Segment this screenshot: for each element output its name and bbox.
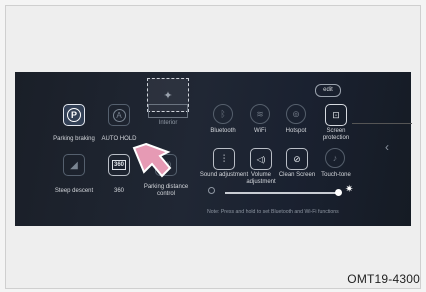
- touch-tone-icon: ♪: [332, 153, 338, 163]
- clean-screen-button[interactable]: ⊘: [286, 148, 308, 170]
- wifi-label: WiFi: [254, 128, 266, 134]
- screen-protection-icon: ⊡: [332, 109, 340, 120]
- note-text: Note: Press and hold to set Bluetooth an…: [207, 209, 339, 215]
- brightness-slider-handle[interactable]: [335, 189, 342, 196]
- camera-360-label: 360: [113, 188, 124, 194]
- bluetooth-icon: ᛒ: [220, 109, 226, 119]
- dragged-tile-label: Interior: [158, 120, 178, 126]
- equalizer-icon: ⫶: [222, 153, 226, 165]
- sound-adjustment-button[interactable]: ⫶: [213, 148, 235, 170]
- hotspot-label: Hotspot: [285, 128, 307, 134]
- steep-descent-button[interactable]: ◢: [63, 154, 85, 176]
- parking-distance-label: Parking distance control: [143, 184, 189, 197]
- parking-brake-button[interactable]: P: [63, 104, 85, 126]
- screen-protection-button[interactable]: ⊡: [325, 104, 347, 126]
- auto-hold-button[interactable]: A: [108, 104, 130, 126]
- wifi-button[interactable]: ≋: [250, 104, 270, 124]
- bluetooth-label: Bluetooth: [210, 128, 236, 134]
- brightness-high-icon: ✷: [345, 184, 354, 195]
- speaker-icon: ◁): [256, 154, 266, 164]
- drop-target-slot: [148, 104, 188, 118]
- pointing-arrow-icon: [132, 142, 172, 178]
- figure-code: OMT19-4300: [347, 272, 420, 286]
- brightness-slider-track[interactable]: [225, 192, 337, 194]
- steep-descent-label: Steep descent: [54, 188, 94, 194]
- touch-tone-button[interactable]: ♪: [325, 148, 345, 168]
- callout-line: [352, 123, 412, 124]
- edit-button[interactable]: edit: [315, 84, 341, 97]
- quick-settings-screen: edit P Parking braking A AUTO HOLD ◢ Ste…: [15, 72, 411, 226]
- auto-hold-icon: A: [112, 108, 126, 122]
- hotspot-icon: ⊚: [292, 108, 300, 119]
- clean-screen-icon: ⊘: [293, 153, 301, 164]
- touch-tone-label: Touch-tone: [321, 172, 351, 178]
- hill-descent-icon: ◢: [70, 159, 78, 171]
- volume-adjustment-button[interactable]: ◁): [250, 148, 272, 170]
- interior-icon: ✦: [163, 89, 173, 102]
- brightness-low-icon: [208, 187, 215, 194]
- screen-protection-label: Screen protection: [322, 128, 350, 141]
- bluetooth-button[interactable]: ᛒ: [213, 104, 233, 124]
- wifi-icon: ≋: [256, 108, 264, 119]
- parking-brake-icon: P: [67, 108, 81, 122]
- camera-360-icon: 360: [111, 160, 126, 170]
- chevron-left-icon[interactable]: ‹: [385, 140, 389, 154]
- hotspot-button[interactable]: ⊚: [286, 104, 306, 124]
